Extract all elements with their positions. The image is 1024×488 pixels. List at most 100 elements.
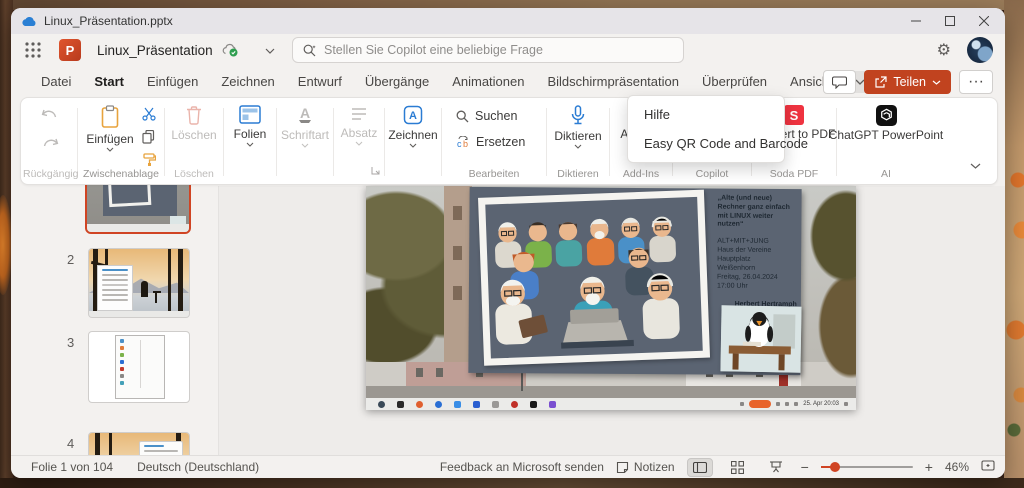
zoom-slider[interactable] <box>821 466 913 468</box>
grid-view-icon <box>731 461 744 474</box>
find-button[interactable]: Suchen <box>456 109 517 123</box>
comments-button[interactable] <box>823 70 856 94</box>
ribbon-tab-bar: Datei Start Einfügen Zeichnen Entwurf Üb… <box>11 66 1005 97</box>
fit-slide-to-window-button[interactable] <box>981 459 995 475</box>
zoom-slider-knob[interactable] <box>830 462 840 472</box>
editing-group: Suchen c b Ersetzen Bearbeiten <box>442 98 546 184</box>
saved-to-cloud-icon[interactable] <box>221 43 239 57</box>
copilot-group-label: Copilot <box>673 168 751 180</box>
draw-button[interactable]: A Zeichnen <box>388 105 437 148</box>
window-title: Linux_Präsentation.pptx <box>44 14 173 28</box>
app-header: P Linux_Präsentation Stellen Sie Copilot… <box>11 34 1005 66</box>
titlebar: Linux_Präsentation.pptx <box>11 8 1005 34</box>
svg-text:c: c <box>457 139 462 149</box>
zoom-out-button[interactable]: − <box>801 459 809 475</box>
undo-group: Rückgängig <box>23 98 77 184</box>
svg-text:A: A <box>300 105 310 121</box>
chevron-down-icon <box>932 80 941 85</box>
share-button[interactable]: Teilen <box>864 70 951 94</box>
dictate-group: Diktieren Diktieren <box>547 98 609 184</box>
share-label: Teilen <box>893 75 926 89</box>
tab-datei[interactable]: Datei <box>41 74 71 89</box>
undo-button[interactable] <box>41 108 59 128</box>
paragraph-button[interactable]: Absatz <box>341 105 378 146</box>
zoom-level[interactable]: 46% <box>945 460 969 474</box>
comment-icon <box>832 76 847 89</box>
paragraph-icon <box>350 105 368 123</box>
maximize-button[interactable] <box>933 8 967 34</box>
draw-icon: A <box>403 105 423 125</box>
dictate-group-label: Diktieren <box>547 168 609 180</box>
tab-bildschirmpraesentation[interactable]: Bildschirmpräsentation <box>547 74 679 89</box>
chatgpt-icon <box>876 105 897 126</box>
slide-sorter-view-button[interactable] <box>725 458 751 477</box>
menu-item-hilfe[interactable]: Hilfe <box>628 100 784 129</box>
more-options-button[interactable]: ··· <box>959 70 993 94</box>
chevron-down-icon <box>574 144 582 149</box>
cut-button[interactable] <box>142 107 156 126</box>
slide-desktop-taskbar: 25. Apr 20:03 <box>366 398 856 410</box>
tab-ueberpruefen[interactable]: Überprüfen <box>702 74 767 89</box>
tab-einfuegen[interactable]: Einfügen <box>147 74 198 89</box>
copilot-search-input[interactable]: Stellen Sie Copilot eine beliebige Frage <box>292 37 684 63</box>
replace-button[interactable]: c b Ersetzen <box>456 135 525 149</box>
feedback-link[interactable]: Feedback an Microsoft senden <box>440 460 604 474</box>
current-slide[interactable]: „Alte (und neue) Rechner ganz einfach mi… <box>366 186 856 410</box>
powerpoint-app-icon[interactable]: P <box>59 39 81 61</box>
chevron-down-icon <box>409 143 417 148</box>
redo-button[interactable] <box>41 137 59 157</box>
slideshow-view-button[interactable] <box>763 458 789 477</box>
menu-item-easy-qr-code[interactable]: Easy QR Code and Barcode <box>628 129 784 158</box>
poster-photo-frame <box>478 190 710 366</box>
soda-pdf-icon: S <box>784 105 804 125</box>
language-selector[interactable]: Deutsch (Deutschland) <box>137 460 259 474</box>
paste-button[interactable]: Einfügen <box>86 105 133 152</box>
editing-group-label: Bearbeiten <box>442 168 546 180</box>
tab-zeichnen[interactable]: Zeichnen <box>221 74 274 89</box>
settings-gear-icon[interactable]: ⚙ <box>937 40 951 60</box>
tab-animationen[interactable]: Animationen <box>452 74 524 89</box>
search-icon <box>456 110 469 123</box>
slides-group: Folien <box>224 98 276 184</box>
document-title[interactable]: Linux_Präsentation <box>97 43 213 58</box>
clipboard-group: Einfügen Zwisc <box>78 98 164 184</box>
chatgpt-powerpoint-button[interactable]: ChatGPT PowerPoint <box>849 105 923 143</box>
collapse-ribbon-button[interactable] <box>970 156 981 174</box>
minimize-button[interactable] <box>899 8 933 34</box>
slide-thumbnail-4[interactable] <box>88 432 190 455</box>
desktop-background-bottom <box>0 478 1024 488</box>
slide-taskbar-orange-button <box>749 400 771 408</box>
delete-button[interactable]: Löschen <box>171 105 216 142</box>
search-icon <box>303 44 316 57</box>
trash-icon <box>185 105 203 125</box>
chevron-down-icon <box>301 143 309 148</box>
screen: Linux_Präsentation.pptx P Linux_Präsenta… <box>0 0 1024 488</box>
poster-penguin-photo <box>720 305 801 372</box>
chevron-down-icon <box>246 142 254 147</box>
account-avatar[interactable] <box>967 37 993 63</box>
ai-group: ChatGPT PowerPoint AI <box>837 98 935 184</box>
document-menu-chevron-icon[interactable] <box>265 41 275 59</box>
app-launcher-icon[interactable] <box>25 42 41 58</box>
slide-counter: Folie 1 von 104 <box>31 460 113 474</box>
normal-view-button[interactable] <box>687 458 713 477</box>
slide-editing-canvas[interactable]: „Alte (und neue) Rechner ganz einfach mi… <box>218 186 1005 455</box>
slide-thumbnail-3[interactable] <box>88 331 190 403</box>
copy-button[interactable] <box>142 130 156 149</box>
dictate-button[interactable]: Diktieren <box>554 105 601 149</box>
fit-to-window-icon <box>981 459 995 472</box>
addins-group-label: Add-Ins <box>610 168 672 180</box>
paragraph-dialog-launcher[interactable] <box>371 162 380 180</box>
close-button[interactable] <box>967 8 1001 34</box>
onedrive-icon <box>21 16 37 27</box>
slide-thumbnail-2[interactable] <box>88 248 190 318</box>
zoom-in-button[interactable]: + <box>925 459 933 475</box>
notes-toggle[interactable]: Notizen <box>616 460 675 474</box>
tab-start[interactable]: Start <box>94 74 124 89</box>
tab-entwurf[interactable]: Entwurf <box>298 74 342 89</box>
slides-button[interactable]: Folien <box>234 105 267 147</box>
slide-layout-icon <box>239 105 261 124</box>
font-button[interactable]: A Schriftart <box>281 105 329 148</box>
font-group: A Schriftart <box>277 98 333 184</box>
tab-uebergaenge[interactable]: Übergänge <box>365 74 429 89</box>
